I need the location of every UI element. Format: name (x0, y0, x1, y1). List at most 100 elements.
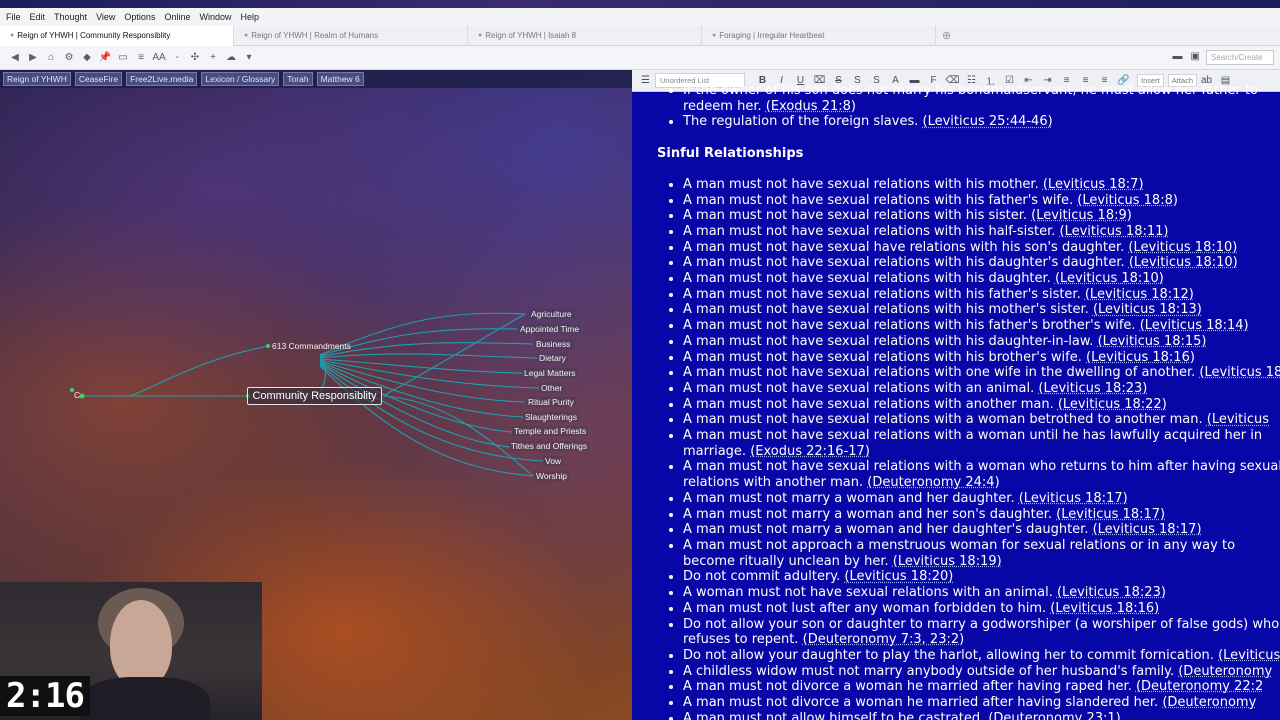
home-icon[interactable]: ⌂ (42, 52, 60, 63)
cloud-icon[interactable]: ☁ (222, 52, 240, 63)
notes-content[interactable]: If the owner of his son does not marry h… (632, 83, 1280, 720)
forward-icon[interactable]: ▶ (24, 52, 42, 63)
reference-link[interactable]: (Leviticus 18:10) (1129, 255, 1238, 270)
reference-link[interactable]: (Deuteronomy 22:2 (1136, 679, 1263, 694)
tag-icon[interactable]: ◆ (78, 52, 96, 63)
reference-link[interactable]: (Deuteronomy 24:4) (867, 475, 999, 490)
reference-link[interactable]: (Leviticus 18 (1199, 365, 1280, 380)
font-icon[interactable]: AA (150, 52, 168, 63)
thought-child[interactable]: Legal Matters (522, 368, 578, 378)
minus-icon[interactable]: - (168, 52, 186, 63)
thought-child[interactable]: Business (534, 339, 573, 349)
plus-icon[interactable]: + (204, 52, 222, 63)
menu-window[interactable]: Window (197, 12, 238, 22)
reference-link[interactable]: (Leviticus 18:11) (1060, 224, 1169, 239)
reference-link[interactable]: (Leviticus 18:13) (1093, 302, 1202, 317)
list-item: A man must not allow himself to be castr… (683, 711, 1280, 720)
reference-link[interactable]: (Leviticus (1218, 648, 1280, 663)
thought-child[interactable]: Appointed Time (518, 324, 582, 334)
thought-child[interactable]: Dietary (537, 353, 568, 363)
reference-link[interactable]: (Leviticus 18:16) (1050, 601, 1159, 616)
reference-link[interactable]: (Leviticus 18:23) (1038, 381, 1147, 396)
menu-file[interactable]: File (4, 12, 28, 22)
list-item: A man must not have sexual relations wit… (683, 412, 1280, 428)
item-text: A man must not have sexual relations wit… (683, 192, 1078, 208)
menu-thought[interactable]: Thought (52, 12, 94, 22)
menu-edit[interactable]: Edit (28, 12, 53, 22)
list-item: A man must not have sexual relations wit… (683, 193, 1280, 209)
gear-icon[interactable]: ⚙ (60, 52, 78, 63)
thought-left[interactable]: C (74, 390, 80, 400)
list-item: A man must not have sexual relations wit… (683, 287, 1280, 303)
reference-link[interactable]: (Leviticus 18:8) (1077, 193, 1178, 208)
item-text: A man must not allow himself to be castr… (683, 710, 989, 720)
new-tab-icon[interactable]: ⊕ (942, 29, 951, 42)
thought-child[interactable]: Temple and Priests (512, 426, 589, 436)
reference-link[interactable]: (Leviticus 25:44-46) (923, 114, 1053, 129)
reference-link[interactable]: (Exodus 21:8) (766, 99, 856, 114)
list-item: A man must not have sexual relations wit… (683, 208, 1280, 224)
reference-link[interactable]: (Deuteronomy (1178, 664, 1272, 679)
search-input[interactable]: Search/Create (1206, 50, 1274, 65)
reference-link[interactable]: (Leviticus 18:20) (844, 569, 953, 584)
reference-link[interactable]: (Leviticus 18:10) (1128, 240, 1237, 255)
thought-child[interactable]: Agriculture (529, 309, 574, 319)
item-text: A man must not have sexual relations wit… (683, 271, 1055, 287)
reference-link[interactable]: (Leviticus 18:15) (1098, 334, 1207, 349)
layout-panel-icon[interactable]: ▣ (1191, 51, 1200, 62)
reference-link[interactable]: (Leviticus 18:16) (1086, 350, 1195, 365)
reference-link[interactable]: (Deuteronomy 7:3, 23:2) (803, 632, 965, 647)
back-icon[interactable]: ◀ (6, 52, 24, 63)
reference-link[interactable]: (Leviticus 18:10) (1055, 271, 1164, 286)
item-text: A man must not have sexual relations wit… (683, 223, 1060, 239)
reference-link[interactable]: (Leviticus 18:17) (1019, 491, 1128, 506)
tab-realm-of-humans[interactable]: ● Reign of YHWH | Realm of Humans (234, 25, 468, 46)
thought-parent[interactable]: 613 Commandments (272, 341, 351, 351)
reference-link[interactable]: (Leviticus 18:23) (1057, 585, 1166, 600)
list-item: Do not commit adultery. (Leviticus 18:20… (683, 569, 1280, 585)
reference-link[interactable]: (Leviticus 18:12) (1085, 287, 1194, 302)
menu-help[interactable]: Help (238, 12, 266, 22)
item-text: A man must not have sexual relations wit… (683, 286, 1085, 302)
timer-display: 2:16 (0, 676, 90, 716)
thought-child[interactable]: Worship (534, 471, 570, 481)
layout-split-icon[interactable]: ▬ (1173, 51, 1183, 62)
menu-view[interactable]: View (94, 12, 122, 22)
reference-link[interactable]: (Exodus 22:16-17) (750, 444, 870, 459)
tab-isaiah-8[interactable]: ● Reign of YHWH | Isaiah 8 (468, 25, 702, 46)
reference-link[interactable]: (Leviticus 18:17) (1093, 522, 1202, 537)
item-text: A man must not have sexual have relation… (683, 239, 1129, 255)
menu-online[interactable]: Online (162, 12, 197, 22)
tab-community-responsibility[interactable]: ● Reign of YHWH | Community Responsiblity (0, 25, 234, 46)
reference-link[interactable]: (Leviticus (1207, 412, 1269, 427)
reference-link[interactable]: (Leviticus 18:14) (1140, 318, 1249, 333)
thought-child[interactable]: Vow (543, 456, 564, 466)
list-item: A man must not marry a woman and her dau… (683, 491, 1280, 507)
tab-label: Foraging | Irregular Heartbeat (719, 31, 825, 40)
reference-link[interactable]: (Leviticus 18:9) (1031, 208, 1132, 223)
title-strip (0, 0, 1280, 8)
folder-icon[interactable]: ▭ (114, 52, 132, 63)
notes-editor: ☰ Unordered List B I U ⌧ S S S A ▬ F ⌫ ☷… (632, 70, 1280, 720)
tab-label: Reign of YHWH | Realm of Humans (251, 31, 379, 40)
list-item: A man must not have sexual relations wit… (683, 397, 1280, 413)
thought-child[interactable]: Tithes and Offerings (509, 441, 590, 451)
thought-child[interactable]: Slaughterings (523, 412, 579, 422)
reference-link[interactable]: (Deuteronomy (1162, 695, 1256, 710)
reference-link[interactable]: (Leviticus 18:7) (1043, 177, 1144, 192)
tab-foraging[interactable]: ● Foraging | Irregular Heartbeat (702, 25, 936, 46)
view-controls: ▬ ▣ (1173, 51, 1200, 62)
thought-child[interactable]: Other (539, 383, 565, 393)
reference-link[interactable]: (Leviticus 18:19) (893, 554, 1002, 569)
menu-options[interactable]: Options (122, 12, 162, 22)
layout-icon[interactable]: ✣ (186, 52, 204, 63)
reference-link[interactable]: (Leviticus 18:22) (1058, 397, 1167, 412)
reference-link[interactable]: (Deuteronomy 23:1) (988, 711, 1120, 720)
reference-link[interactable]: (Leviticus 18:17) (1056, 507, 1165, 522)
active-thought[interactable]: Community Responsiblity (247, 387, 382, 405)
chevron-down-icon[interactable]: ▾ (240, 52, 258, 63)
pin-icon[interactable]: 📌 (96, 52, 114, 63)
list-item: A man must not have sexual have relation… (683, 240, 1280, 256)
thought-child[interactable]: Ritual Purity (526, 397, 576, 407)
list-icon[interactable]: ≡ (132, 52, 150, 63)
